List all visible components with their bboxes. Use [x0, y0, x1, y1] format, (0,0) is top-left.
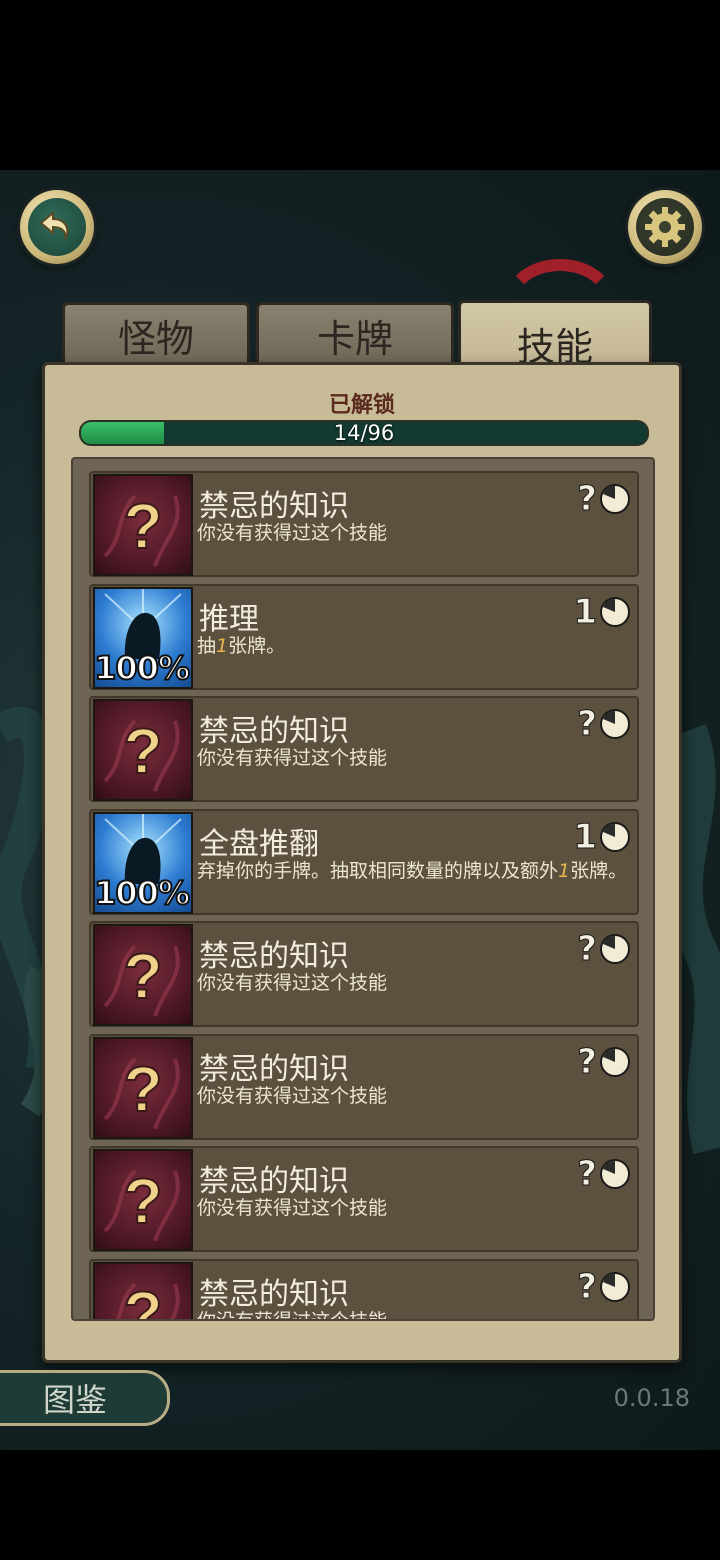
skill-row[interactable]: ? 禁忌的知识 你没有获得过这个技能? [89, 696, 639, 802]
skill-row[interactable]: 100% 推理 抽1张牌。 1 [89, 583, 639, 690]
clock-cost-icon [600, 484, 630, 514]
svg-text:?: ? [123, 1165, 162, 1237]
version-label: 0.0.18 [613, 1384, 690, 1412]
clock-cost-icon [600, 1271, 630, 1302]
question-mark-icon: ? [103, 1164, 180, 1242]
skills-panel: 已解锁 14/96 ? 禁忌的知识 你没有获得过这个技能? 100% 推理 抽1张牌。 1?… [42, 362, 682, 1363]
skill-name: 禁忌的知识 [199, 1164, 349, 1199]
svg-text:?: ? [123, 1053, 162, 1125]
skill-cost-value: ? [577, 1041, 598, 1082]
skill-row[interactable]: ? 禁忌的知识 你没有获得过这个技能? [89, 1146, 639, 1252]
skill-row[interactable]: ? 禁忌的知识 你没有获得过这个技能? [89, 471, 639, 577]
skill-cost-value: 1 [573, 591, 598, 632]
skill-name: 禁忌的知识 [199, 714, 349, 749]
back-button[interactable] [20, 190, 94, 264]
question-mark-icon: ? [103, 939, 180, 1017]
skill-icon: 100% [93, 811, 193, 914]
svg-text:?: ? [123, 1278, 162, 1322]
clock-cost-icon [600, 1159, 630, 1189]
question-mark-icon: ? [103, 489, 180, 567]
skill-name: 全盘推翻 [199, 826, 319, 862]
skill-description-text: 弃掉你的手牌。抽取相同数量的牌以及额外 [197, 859, 559, 882]
skill-name: 禁忌的知识 [199, 1276, 349, 1312]
locked-skill-icon: ? [93, 1149, 193, 1251]
clock-cost-icon [600, 821, 630, 852]
skill-row[interactable]: ? 禁忌的知识 你没有获得过这个技能? [89, 1033, 639, 1140]
skill-description: 弃掉你的手牌。抽取相同数量的牌以及额外1张牌。 [197, 859, 633, 883]
skill-cost: ? [577, 1154, 631, 1195]
game-screen: 怪物 卡牌 技能 已解锁 14/96 ? 禁忌的知识 你没有获得过这个技能? 100%… [0, 0, 720, 1560]
svg-text:?: ? [123, 490, 162, 562]
skill-description: 你没有获得过这个技能 [197, 747, 388, 769]
svg-text:?: ? [123, 940, 162, 1012]
skill-name: 推理 [199, 601, 259, 637]
back-arrow-icon [39, 210, 69, 240]
skill-name: 禁忌的知识 [199, 1051, 349, 1087]
skill-cost-value: ? [577, 704, 598, 745]
question-mark-icon: ? [116, 1277, 180, 1322]
tab-cards[interactable]: 卡牌 [256, 302, 454, 365]
skill-cost: ? [577, 1041, 631, 1082]
skill-row[interactable]: ? 禁忌的知识 你没有获得过这个技能? [89, 1258, 639, 1322]
skill-name: 禁忌的知识 [199, 489, 349, 524]
unlock-progress-bar: 14/96 [79, 420, 649, 446]
question-mark-icon: ? [103, 714, 180, 792]
skill-row[interactable]: ? 禁忌的知识 你没有获得过这个技能? [89, 921, 639, 1027]
skill-cost: 1 [573, 816, 631, 857]
skill-description: 你没有获得过这个技能 [197, 972, 388, 994]
skill-row[interactable]: 100% 全盘推翻 弃掉你的手牌。抽取相同数量的牌以及额外1张牌。 1 [89, 808, 639, 915]
question-mark-icon: ? [103, 1052, 180, 1130]
clock-cost-icon [600, 709, 630, 739]
skill-percent: 100% [94, 873, 191, 912]
skill-cost-value: 1 [573, 816, 598, 857]
skill-cost-value: ? [577, 929, 598, 970]
skill-cost: 1 [573, 591, 631, 632]
clock-cost-icon [600, 1046, 630, 1077]
skill-description: 你没有获得过这个技能 [197, 522, 388, 544]
skill-cost-value: ? [577, 479, 598, 520]
skill-description-text: 张牌。 [228, 634, 286, 657]
gear-icon [645, 207, 685, 247]
skill-description: 你没有获得过这个技能 [197, 1309, 388, 1321]
skill-cost-value: ? [577, 1266, 598, 1307]
atlas-button[interactable]: 图鉴 [0, 1370, 170, 1426]
svg-text:?: ? [123, 715, 162, 787]
skill-description-number: 1 [558, 859, 571, 882]
locked-skill-icon: ? [93, 1036, 193, 1139]
skill-description: 你没有获得过这个技能 [197, 1084, 388, 1107]
progress-text: 14/96 [333, 421, 395, 445]
unlocked-label: 已解锁 [328, 393, 395, 418]
skill-cost: ? [577, 479, 631, 520]
skill-cost-value: ? [577, 1154, 598, 1195]
skill-cost: ? [577, 929, 631, 970]
skill-description-text: 张牌。 [570, 859, 628, 882]
skill-description: 你没有获得过这个技能 [197, 1197, 388, 1219]
locked-skill-icon: ? [93, 699, 193, 801]
skill-icon: 100% [93, 586, 193, 689]
clock-cost-icon [600, 934, 630, 964]
locked-skill-icon: ? [93, 1261, 193, 1322]
clock-cost-icon [600, 596, 630, 627]
skill-description-number: 1 [216, 634, 229, 657]
skill-name: 禁忌的知识 [199, 939, 349, 974]
settings-button[interactable] [628, 190, 702, 264]
skill-cost: ? [577, 704, 631, 745]
skill-percent: 100% [94, 648, 191, 687]
locked-skill-icon: ? [93, 924, 193, 1026]
tab-monsters[interactable]: 怪物 [62, 302, 250, 365]
skill-cost: ? [577, 1266, 631, 1307]
skill-description: 抽1张牌。 [197, 634, 633, 658]
skill-list[interactable]: ? 禁忌的知识 你没有获得过这个技能? 100% 推理 抽1张牌。 1? 禁忌的知识 你没有获得… [71, 457, 655, 1321]
locked-skill-icon: ? [93, 474, 193, 576]
skill-description-text: 抽 [197, 634, 217, 657]
